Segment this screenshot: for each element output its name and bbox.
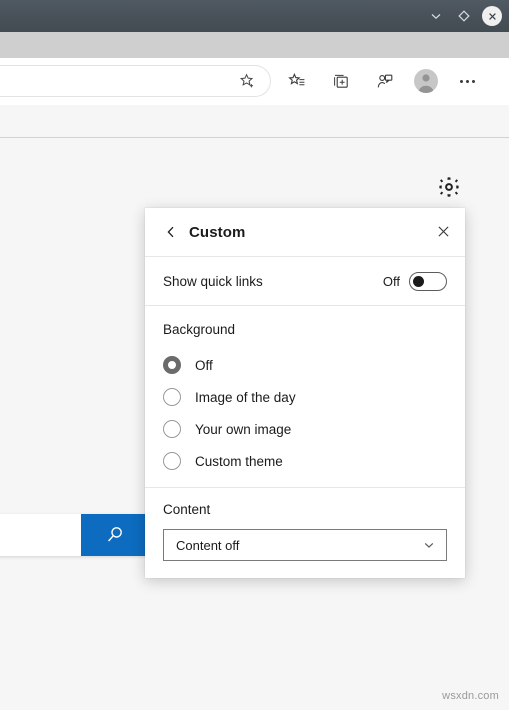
- ellipsis-icon[interactable]: [452, 66, 482, 96]
- show-quick-links-row[interactable]: Show quick links Off: [145, 257, 465, 305]
- window-titlebar: [0, 0, 509, 32]
- chevron-down-icon: [422, 538, 436, 552]
- add-favorite-star-icon[interactable]: [232, 66, 262, 96]
- show-quick-links-toggle-wrap[interactable]: Off: [382, 271, 447, 291]
- content-section: Content Content off: [145, 488, 465, 561]
- gear-icon[interactable]: [434, 172, 464, 202]
- panel-title: Custom: [189, 223, 246, 241]
- radio-option-off[interactable]: Off: [163, 349, 447, 381]
- panel-close-icon[interactable]: [431, 219, 455, 243]
- collections-icon[interactable]: [326, 66, 356, 96]
- radio-label-image-of-the-day: Image of the day: [195, 389, 296, 405]
- show-quick-links-label: Show quick links: [163, 273, 263, 289]
- address-bar[interactable]: [0, 66, 270, 96]
- search-button[interactable]: [81, 514, 148, 556]
- background-section: Background Off Image of the day Your own…: [145, 306, 465, 487]
- watermark: wsxdn.com: [442, 690, 499, 702]
- radio-icon-your-own-image[interactable]: [163, 420, 181, 438]
- share-person-icon[interactable]: [370, 66, 400, 96]
- favorites-list-icon[interactable]: [282, 66, 312, 96]
- toggle-state-label: Off: [382, 273, 400, 289]
- account-avatar-icon[interactable]: [414, 69, 438, 93]
- search-input[interactable]: [0, 514, 81, 556]
- browser-tab-strip[interactable]: [0, 32, 509, 58]
- radio-label-your-own-image: Your own image: [195, 421, 292, 437]
- panel-header: Custom: [145, 208, 465, 256]
- show-quick-links-toggle[interactable]: [409, 271, 447, 291]
- content-dropdown[interactable]: Content off: [163, 529, 447, 561]
- content-dropdown-value: Content off: [176, 537, 240, 553]
- page-search-box[interactable]: [0, 514, 148, 556]
- toolbar-divider: [0, 137, 509, 138]
- back-chevron-icon[interactable]: [159, 220, 183, 244]
- radio-option-custom-theme[interactable]: Custom theme: [163, 445, 447, 477]
- radio-option-image-of-the-day[interactable]: Image of the day: [163, 381, 447, 413]
- toggle-knob: [413, 275, 424, 287]
- radio-icon-image-of-the-day[interactable]: [163, 388, 181, 406]
- custom-settings-panel: Custom Show quick links Off Background O…: [145, 208, 465, 578]
- diamond-icon[interactable]: [450, 3, 478, 29]
- toolbar-right-icons: [282, 66, 509, 96]
- radio-label-custom-theme: Custom theme: [195, 453, 283, 469]
- content-section-title: Content: [163, 502, 211, 517]
- background-section-title: Background: [163, 322, 236, 337]
- chevron-down-icon[interactable]: [422, 3, 450, 29]
- radio-option-your-own-image[interactable]: Your own image: [163, 413, 447, 445]
- radio-label-off: Off: [195, 357, 213, 373]
- radio-icon-custom-theme[interactable]: [163, 452, 181, 470]
- radio-icon-off[interactable]: [163, 356, 181, 374]
- close-icon[interactable]: [482, 6, 502, 26]
